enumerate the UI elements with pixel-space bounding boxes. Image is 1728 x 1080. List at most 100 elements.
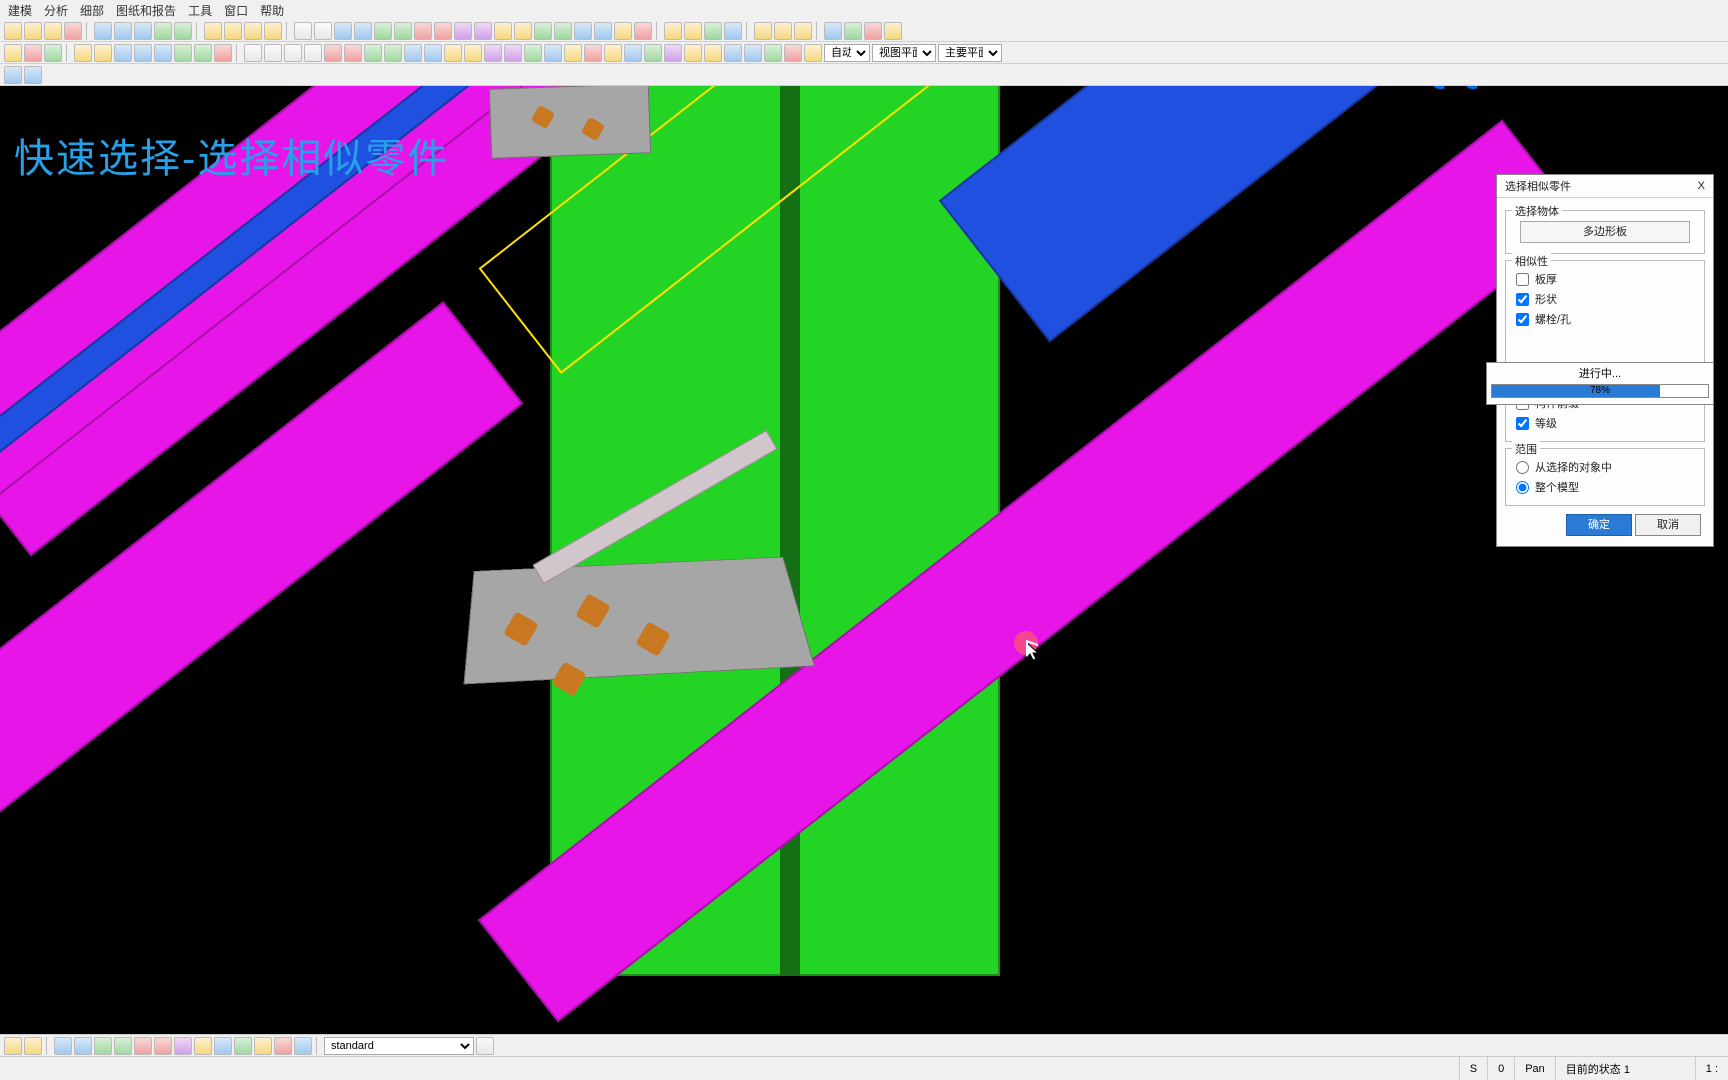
tool-icon[interactable]	[754, 22, 772, 40]
tool-icon[interactable]	[464, 44, 482, 62]
select-tool-icon[interactable]	[254, 1037, 272, 1055]
select-tool-icon[interactable]	[94, 1037, 112, 1055]
tool-icon[interactable]	[304, 44, 322, 62]
radio-whole-model[interactable]: 整个模型	[1512, 477, 1698, 497]
select-tool-icon[interactable]	[476, 1037, 494, 1055]
tool-icon[interactable]	[544, 44, 562, 62]
tool-icon[interactable]	[574, 22, 592, 40]
object-type-button[interactable]: 多边形板	[1520, 221, 1690, 243]
checkbox[interactable]	[1516, 417, 1529, 430]
tool-icon[interactable]	[434, 22, 452, 40]
radio[interactable]	[1516, 461, 1529, 474]
3d-viewport[interactable]: 快速选择-选择相似零件 公众号：搜索"果芯 QQ群号：27109	[0, 86, 1728, 1056]
tool-icon[interactable]	[524, 44, 542, 62]
tool-icon[interactable]	[744, 44, 762, 62]
tool-icon[interactable]	[474, 22, 492, 40]
select-tool-icon[interactable]	[274, 1037, 292, 1055]
check-thickness[interactable]: 板厚	[1512, 269, 1698, 289]
select-tool-icon[interactable]	[4, 1037, 22, 1055]
tool-icon[interactable]	[94, 44, 112, 62]
select-tool-icon[interactable]	[174, 1037, 192, 1055]
ok-button[interactable]: 确定	[1566, 514, 1632, 536]
tool-icon[interactable]	[284, 44, 302, 62]
tool-icon[interactable]	[264, 22, 282, 40]
dialog-titlebar[interactable]: 选择相似零件 X	[1497, 175, 1713, 198]
tool-icon[interactable]	[334, 22, 352, 40]
tool-icon[interactable]	[154, 44, 172, 62]
tool-icon[interactable]	[174, 22, 192, 40]
select-tool-icon[interactable]	[24, 1037, 42, 1055]
tool-icon[interactable]	[384, 44, 402, 62]
tool-icon[interactable]	[44, 44, 62, 62]
tool-icon[interactable]	[394, 22, 412, 40]
tool-icon[interactable]	[664, 44, 682, 62]
tool-icon[interactable]	[344, 44, 362, 62]
combo-mainplane[interactable]: 主要平面	[938, 44, 1002, 62]
tool-icon[interactable]	[684, 22, 702, 40]
select-tool-icon[interactable]	[74, 1037, 92, 1055]
tool-icon[interactable]	[294, 22, 312, 40]
tool-icon[interactable]	[64, 22, 82, 40]
menu-item[interactable]: 图纸和报告	[110, 0, 182, 21]
select-tool-icon[interactable]	[294, 1037, 312, 1055]
tool-icon[interactable]	[484, 44, 502, 62]
selection-filter-combo[interactable]: standard	[324, 1037, 474, 1055]
checkbox[interactable]	[1516, 293, 1529, 306]
tool-icon[interactable]	[824, 22, 842, 40]
tool-icon[interactable]	[664, 22, 682, 40]
menu-item[interactable]: 建模	[2, 0, 38, 21]
tool-icon[interactable]	[354, 22, 372, 40]
tool-icon[interactable]	[214, 44, 232, 62]
tool-icon[interactable]	[244, 22, 262, 40]
tool-icon[interactable]	[864, 22, 882, 40]
check-bolts[interactable]: 螺栓/孔	[1512, 309, 1698, 329]
tool-icon[interactable]	[4, 22, 22, 40]
tool-icon[interactable]	[24, 66, 42, 84]
close-icon[interactable]: X	[1698, 180, 1705, 192]
tool-icon[interactable]	[644, 44, 662, 62]
checkbox[interactable]	[1516, 313, 1529, 326]
tool-icon[interactable]	[454, 22, 472, 40]
tool-icon[interactable]	[794, 22, 812, 40]
tool-icon[interactable]	[634, 22, 652, 40]
select-tool-icon[interactable]	[214, 1037, 232, 1055]
menu-item[interactable]: 帮助	[254, 0, 290, 21]
tool-icon[interactable]	[844, 22, 862, 40]
tool-icon[interactable]	[114, 22, 132, 40]
tool-icon[interactable]	[374, 22, 392, 40]
tool-icon[interactable]	[724, 44, 742, 62]
tool-icon[interactable]	[194, 44, 212, 62]
select-tool-icon[interactable]	[194, 1037, 212, 1055]
tool-icon[interactable]	[24, 44, 42, 62]
tool-icon[interactable]	[554, 22, 572, 40]
tool-icon[interactable]	[44, 22, 62, 40]
cancel-button[interactable]: 取消	[1635, 514, 1701, 536]
select-tool-icon[interactable]	[54, 1037, 72, 1055]
select-tool-icon[interactable]	[114, 1037, 132, 1055]
tool-icon[interactable]	[134, 44, 152, 62]
tool-icon[interactable]	[684, 44, 702, 62]
tool-icon[interactable]	[324, 44, 342, 62]
menu-item[interactable]: 窗口	[218, 0, 254, 21]
tool-icon[interactable]	[604, 44, 622, 62]
tool-icon[interactable]	[624, 44, 642, 62]
tool-icon[interactable]	[884, 22, 902, 40]
tool-icon[interactable]	[264, 44, 282, 62]
tool-icon[interactable]	[494, 22, 512, 40]
tool-icon[interactable]	[24, 22, 42, 40]
tool-icon[interactable]	[774, 22, 792, 40]
tool-icon[interactable]	[564, 44, 582, 62]
tool-icon[interactable]	[174, 44, 192, 62]
tool-icon[interactable]	[244, 44, 262, 62]
tool-icon[interactable]	[134, 22, 152, 40]
tool-icon[interactable]	[114, 44, 132, 62]
combo-auto[interactable]: 自动	[824, 44, 870, 62]
tool-icon[interactable]	[94, 22, 112, 40]
tool-icon[interactable]	[594, 22, 612, 40]
checkbox[interactable]	[1516, 273, 1529, 286]
tool-icon[interactable]	[154, 22, 172, 40]
tool-icon[interactable]	[364, 44, 382, 62]
tool-icon[interactable]	[444, 44, 462, 62]
menu-item[interactable]: 细部	[74, 0, 110, 21]
tool-icon[interactable]	[514, 22, 532, 40]
